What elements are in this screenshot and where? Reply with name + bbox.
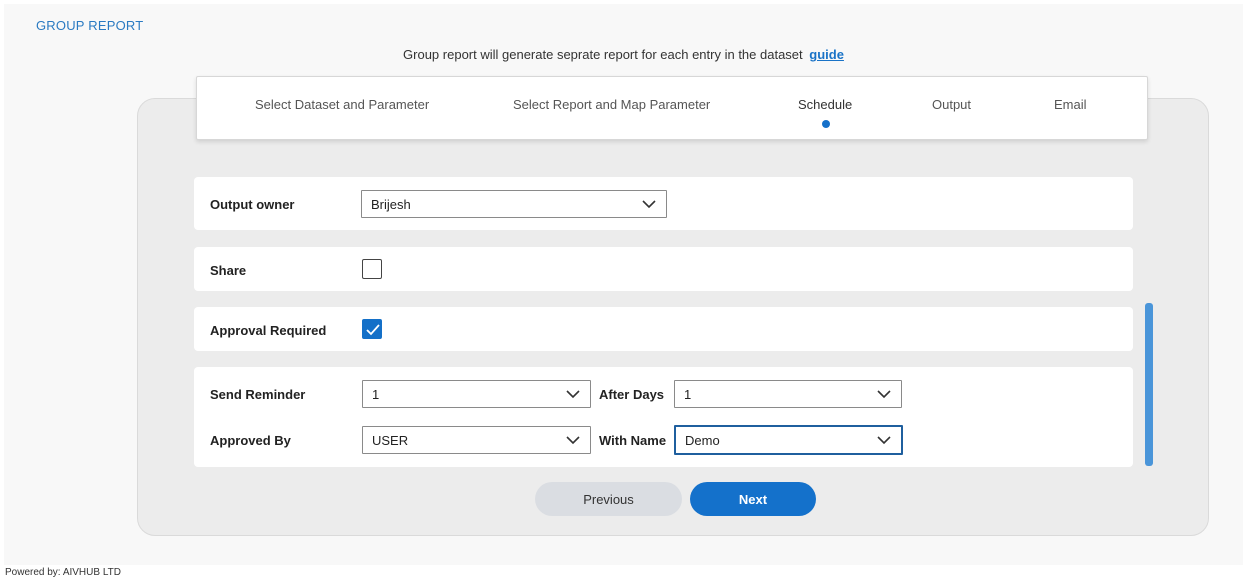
chevron-down-icon	[566, 390, 580, 399]
after-days-value: 1	[684, 387, 692, 402]
approval-required-label: Approval Required	[210, 323, 327, 338]
subtitle-text: Group report will generate seprate repor…	[403, 47, 803, 62]
powered-by-footer: Powered by: AIVHUB LTD	[5, 567, 121, 578]
share-checkbox[interactable]	[362, 259, 382, 279]
send-reminder-select[interactable]: 1	[362, 380, 591, 408]
page-subtitle: Group report will generate seprate repor…	[4, 47, 1243, 62]
approval-settings-card	[194, 367, 1133, 467]
approved-by-label: Approved By	[210, 433, 291, 448]
step-select-report[interactable]: Select Report and Map Parameter	[513, 97, 710, 112]
step-select-dataset[interactable]: Select Dataset and Parameter	[255, 97, 429, 112]
chevron-down-icon	[566, 436, 580, 445]
after-days-label: After Days	[599, 387, 665, 402]
active-step-indicator	[822, 120, 830, 128]
send-reminder-label: Send Reminder	[210, 387, 306, 402]
previous-button[interactable]: Previous	[535, 482, 682, 516]
approved-by-select[interactable]: USER	[362, 426, 591, 454]
step-output[interactable]: Output	[932, 97, 971, 112]
output-owner-value: Brijesh	[371, 197, 411, 212]
checkmark-icon	[366, 324, 380, 336]
chevron-down-icon	[642, 200, 656, 209]
guide-link[interactable]: guide	[809, 47, 844, 62]
form-scrollbar[interactable]	[1145, 303, 1153, 466]
with-name-select[interactable]: Demo	[674, 425, 903, 455]
chevron-down-icon	[877, 390, 891, 399]
share-label: Share	[210, 263, 247, 278]
step-schedule[interactable]: Schedule	[798, 97, 852, 112]
next-button[interactable]: Next	[690, 482, 816, 516]
wizard-stepper: Select Dataset and Parameter Select Repo…	[196, 76, 1148, 140]
chevron-down-icon	[877, 436, 891, 445]
output-owner-label: Output owner	[210, 197, 295, 212]
after-days-select[interactable]: 1	[674, 380, 902, 408]
approval-required-card	[194, 307, 1133, 351]
output-owner-select[interactable]: Brijesh	[361, 190, 667, 218]
with-name-label: With Name	[599, 433, 667, 448]
send-reminder-value: 1	[372, 387, 380, 402]
step-email[interactable]: Email	[1054, 97, 1087, 112]
with-name-value: Demo	[685, 433, 720, 448]
approval-required-checkbox[interactable]	[362, 319, 382, 339]
approved-by-value: USER	[372, 433, 409, 448]
share-card	[194, 247, 1133, 291]
page-title: GROUP REPORT	[36, 18, 144, 33]
